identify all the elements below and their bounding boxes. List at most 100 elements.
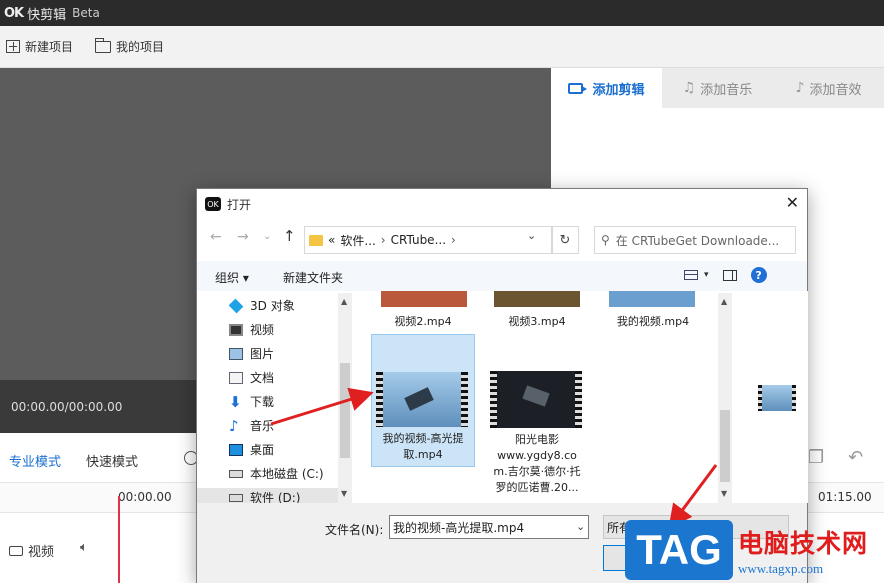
refresh-icon: ↻ [559, 232, 571, 248]
selected-file-item[interactable]: 我的视频-高光提 取.mp4 [371, 334, 475, 467]
preview-timecode: 00:00.00/00:00.00 [11, 400, 123, 414]
camera-icon [568, 82, 588, 94]
music-icon: ♪ [229, 416, 239, 435]
file-label[interactable]: 阳光电影 www.ygdy8.co m.吉尔莫·德尔·托 罗的匹诺曹.20... [485, 432, 589, 496]
video-track-icon [9, 545, 23, 556]
search-placeholder: 在 CRTubeGet Downloade... [615, 233, 780, 248]
preview-thumbnail [758, 385, 796, 411]
my-projects-label: 我的项目 [116, 40, 165, 54]
quick-mode-tab[interactable]: 快速模式 [86, 451, 138, 470]
search-input[interactable]: ⚲ 在 CRTubeGet Downloade... [594, 226, 796, 254]
scroll-down-icon[interactable]: ▼ [341, 489, 347, 498]
tab-add-music-label: 添加音乐 [700, 82, 753, 98]
filename-dropdown-icon[interactable]: ⌄ [576, 520, 585, 533]
app-logo-icon: OK [205, 197, 221, 211]
my-projects-button[interactable]: 我的项目 [95, 37, 165, 55]
new-project-label: 新建项目 [25, 40, 74, 54]
video-thumbnail[interactable] [490, 371, 582, 428]
watermark-site-name: 电脑技术网 [738, 529, 869, 558]
tab-add-clip[interactable]: 添加剪辑 [551, 68, 662, 108]
view-controls: ▾ ? [684, 267, 767, 283]
nav-item-label: 文档 [250, 371, 275, 385]
nav-scroll-thumb[interactable] [340, 363, 350, 458]
app-logo: OK [4, 5, 24, 21]
new-project-button[interactable]: 新建项目 [6, 38, 73, 55]
scroll-down-icon[interactable]: ▼ [721, 489, 727, 498]
file-label[interactable]: 我的视频.mp4 [598, 314, 708, 330]
right-tabs: 添加剪辑 ♫ 添加音乐 ♪ 添加音效 [551, 68, 884, 108]
folder-icon [309, 234, 323, 246]
back-arrow-icon[interactable]: ← [210, 229, 222, 245]
tab-add-clip-label: 添加剪辑 [592, 82, 645, 98]
videos-icon [229, 323, 243, 336]
nav-item-documents[interactable]: 文档 [229, 369, 274, 386]
nav-item-desktop[interactable]: 桌面 [229, 441, 274, 458]
pictures-icon [229, 347, 243, 360]
file-label[interactable]: 视频3.mp4 [481, 314, 593, 330]
filename-value: 我的视频-高光提取.mp4 [393, 520, 525, 535]
files-scroll-thumb[interactable] [720, 410, 730, 482]
change-view-icon[interactable] [684, 270, 698, 280]
organize-menu[interactable]: 组织 ▾ [215, 269, 249, 286]
file-label[interactable]: 视频2.mp4 [365, 314, 481, 330]
scroll-up-icon[interactable]: ▲ [721, 297, 727, 306]
breadcrumb-separator-icon: › [451, 233, 456, 247]
undo-icon[interactable]: ↶ [848, 447, 863, 468]
watermark-logo: TAG [625, 520, 733, 580]
nav-item-pictures[interactable]: 图片 [229, 345, 274, 362]
refresh-button[interactable]: ↻ [551, 226, 579, 254]
folder-icon [95, 37, 112, 53]
documents-icon [229, 371, 243, 384]
nav-item-label: 桌面 [250, 443, 275, 457]
playhead[interactable] [118, 496, 120, 583]
edit-history-buttons: ❐ ↶ [808, 447, 863, 468]
nav-item-downloads[interactable]: ⬇ 下载 [229, 393, 274, 410]
tab-add-sound-effect[interactable]: ♪ 添加音效 [773, 68, 884, 108]
search-icon: ⚲ [601, 233, 610, 247]
nav-item-videos[interactable]: 视频 [229, 321, 274, 338]
plus-square-icon [6, 40, 20, 53]
video-thumbnail [376, 372, 468, 427]
sound-effect-icon: ♪ [795, 80, 805, 96]
app-name: 快剪辑 [27, 7, 67, 23]
speaker-icon[interactable]: 🔈︎ [80, 540, 88, 555]
nav-item-music[interactable]: ♪ 音乐 [229, 417, 274, 434]
dialog-title: 打开 [227, 197, 252, 212]
address-dropdown-icon[interactable]: ⌄ [527, 229, 536, 242]
music-icon: ♫ [682, 80, 696, 96]
recent-chevron-icon[interactable]: ⌄ [263, 231, 271, 242]
dialog-titlebar: OK 打开 [197, 189, 807, 219]
video-thumbnail[interactable] [381, 291, 467, 307]
pro-mode-tab[interactable]: 专业模式 [9, 451, 61, 470]
tab-add-music[interactable]: ♫ 添加音乐 [662, 68, 773, 108]
track-label: 视频 [28, 545, 55, 560]
filename-input[interactable]: 我的视频-高光提取.mp4 [389, 515, 589, 539]
video-thumbnail[interactable] [494, 291, 580, 307]
track-header: 视频 [9, 541, 54, 560]
ruler-time-end: 01:15.00 [818, 490, 872, 504]
view-dropdown-icon[interactable]: ▾ [704, 270, 709, 280]
copy-icon[interactable]: ❐ [808, 447, 824, 468]
nav-item-3d-objects[interactable]: 3D 对象 [228, 297, 295, 314]
nav-item-drive-c[interactable]: 本地磁盘 (C:) [229, 465, 324, 482]
help-icon[interactable]: ? [750, 267, 767, 283]
3d-objects-icon [228, 298, 244, 313]
downloads-icon: ⬇ [229, 392, 242, 411]
breadcrumb-software[interactable]: 软件... [340, 232, 375, 249]
app-edition: Beta [72, 6, 100, 20]
breadcrumb-crtube[interactable]: CRTube... [391, 233, 446, 247]
close-icon[interactable]: ✕ [786, 193, 799, 212]
file-preview-pane [732, 291, 808, 503]
scroll-up-icon[interactable]: ▲ [341, 297, 347, 306]
address-row: ← → ⌄ ↑ « 软件... › CRTube... › ⌄ ↻ ⚲ 在 CR… [197, 223, 807, 257]
nav-item-label: 视频 [250, 323, 275, 337]
new-folder-button[interactable]: 新建文件夹 [283, 269, 343, 286]
drive-icon [229, 493, 243, 502]
app-titlebar: OK 快剪辑 Beta [0, 0, 884, 26]
preview-pane-icon[interactable] [722, 269, 737, 281]
forward-arrow-icon[interactable]: → [237, 229, 249, 245]
address-bar[interactable]: « 软件... › CRTube... › [304, 226, 553, 254]
video-thumbnail[interactable] [609, 291, 695, 307]
file-label: 我的视频-高光提 取.mp4 [382, 432, 464, 461]
up-arrow-icon[interactable]: ↑ [283, 227, 296, 245]
